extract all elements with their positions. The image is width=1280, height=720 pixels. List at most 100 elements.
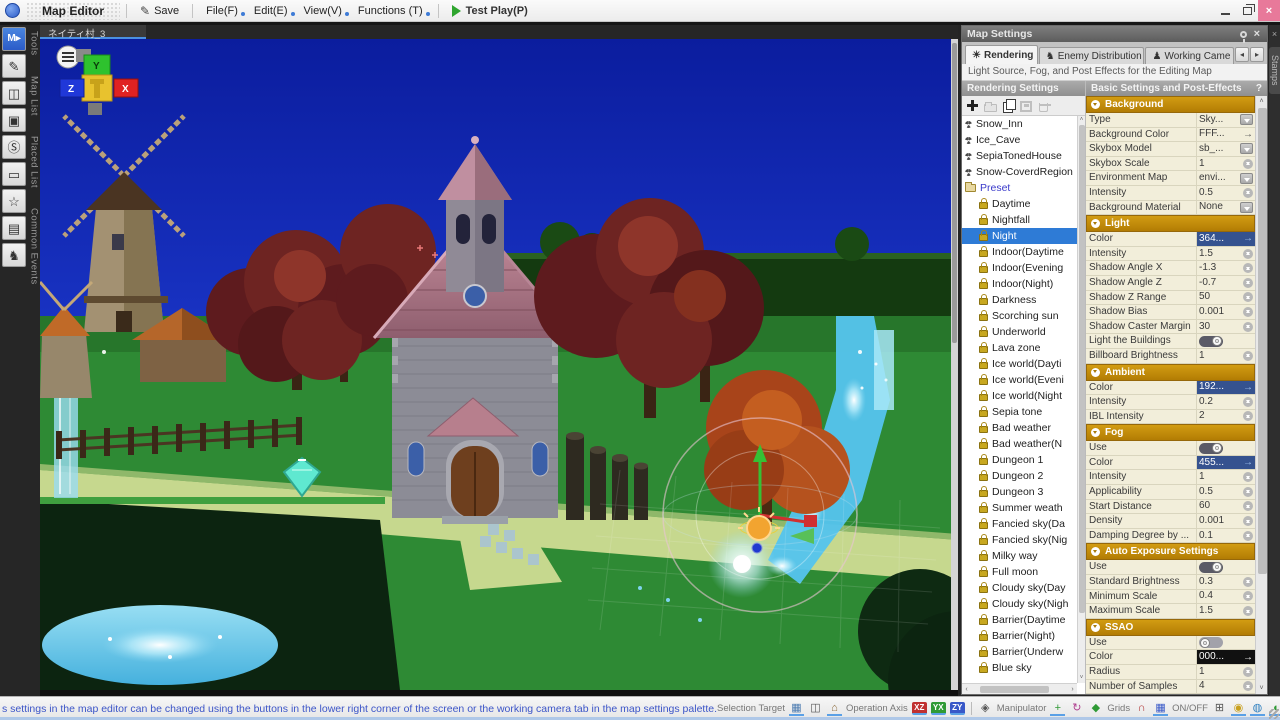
stepper-icon[interactable] xyxy=(1243,486,1253,497)
export-save-icon-button[interactable]: ▤ xyxy=(2,216,26,240)
property-row-color[interactable]: Color 192... → xyxy=(1086,380,1255,396)
property-value[interactable] xyxy=(1197,334,1255,348)
preset-item-fancied-sky-da[interactable]: Fancied sky(Da xyxy=(962,516,1077,532)
property-value[interactable]: 1.5 xyxy=(1197,247,1255,261)
layers-icon-button[interactable]: ◫ xyxy=(2,81,26,105)
stepper-icon[interactable] xyxy=(1243,411,1253,422)
section-header-background[interactable]: Background xyxy=(1086,96,1255,113)
property-row-maximum-scale[interactable]: Maximum Scale 1.5 xyxy=(1086,604,1255,619)
color-picker-arrow-icon[interactable]: → xyxy=(1243,382,1253,393)
preset-item-ice-world-eveni[interactable]: Ice world(Eveni xyxy=(962,372,1077,388)
list-vertical-scrollbar[interactable]: ˄ ˅ xyxy=(1077,116,1085,683)
stepper-icon[interactable] xyxy=(1243,472,1253,483)
preset-item-full-moon[interactable]: Full moon xyxy=(962,564,1077,580)
property-value[interactable] xyxy=(1197,636,1255,650)
toggle-switch[interactable] xyxy=(1199,637,1223,649)
property-value[interactable]: 4 xyxy=(1197,680,1255,694)
stepper-icon[interactable] xyxy=(1243,263,1253,274)
preset-item-scorching-sun[interactable]: Scorching sun xyxy=(962,308,1077,324)
stepper-icon[interactable] xyxy=(1243,501,1253,512)
property-value[interactable]: envi... xyxy=(1197,171,1255,185)
event-runner-icon-button[interactable]: ♞ xyxy=(2,243,26,267)
dropdown-icon[interactable] xyxy=(1240,143,1253,155)
preset-item-ice-world-night[interactable]: Ice world(Night xyxy=(962,388,1077,404)
property-row-use[interactable]: Use xyxy=(1086,560,1255,576)
stepper-icon[interactable] xyxy=(1243,591,1253,602)
property-row-color[interactable]: Color 455... → xyxy=(1086,455,1255,471)
property-row-shadow-angle-x[interactable]: Shadow Angle X -1.3 xyxy=(1086,261,1255,276)
menu-item-functions-t[interactable]: Functions (T) xyxy=(351,3,430,19)
copy-preset-icon[interactable] xyxy=(1002,99,1016,113)
property-row-radius[interactable]: Radius 1 xyxy=(1086,665,1255,680)
property-row-intensity[interactable]: Intensity 0.5 xyxy=(1086,185,1255,201)
property-row-shadow-z-range[interactable]: Shadow Z Range 50 xyxy=(1086,290,1255,306)
property-row-standard-brightness[interactable]: Standard Brightness 0.3 xyxy=(1086,575,1255,590)
property-row-color[interactable]: Color 000... → xyxy=(1086,650,1255,665)
manipulator-scale-icon[interactable]: ◆ xyxy=(1088,701,1103,716)
toggle-switch[interactable] xyxy=(1199,335,1223,347)
property-row-light-the-buildings[interactable]: Light the Buildings xyxy=(1086,334,1255,349)
list-horizontal-scrollbar[interactable]: ‹ › xyxy=(962,683,1077,694)
axis-sphere-icon[interactable]: ◈ xyxy=(978,701,993,716)
property-value[interactable]: 0.001 xyxy=(1197,514,1255,528)
resize-grip[interactable] xyxy=(1269,709,1279,719)
preset-item-lava-zone[interactable]: Lava zone xyxy=(962,340,1077,356)
stepper-icon[interactable] xyxy=(1243,306,1253,317)
color-picker-arrow-icon[interactable]: → xyxy=(1243,129,1253,140)
property-row-color[interactable]: Color 364... → xyxy=(1086,232,1255,247)
preset-item-ice-cave[interactable]: Ice_Cave xyxy=(962,132,1077,148)
preset-item-barrier-daytime[interactable]: Barrier(Daytime xyxy=(962,612,1077,628)
property-value[interactable]: Sky... xyxy=(1197,113,1255,127)
property-row-damping-degree-by[interactable]: Damping Degree by ... 0.1 xyxy=(1086,528,1255,544)
stepper-icon[interactable] xyxy=(1243,277,1253,288)
property-row-intensity[interactable]: Intensity 1 xyxy=(1086,470,1255,486)
property-row-background-material[interactable]: Background Material None xyxy=(1086,200,1255,216)
preset-item-night[interactable]: Night xyxy=(962,228,1077,244)
sky-display-icon[interactable]: ◍ xyxy=(1249,701,1265,716)
viewport-scrollbar[interactable] xyxy=(951,39,958,690)
property-row-shadow-caster-margin[interactable]: Shadow Caster Margin 30 xyxy=(1086,319,1255,335)
grid-vertical-scrollbar[interactable]: ˄ ˅ xyxy=(1255,96,1267,694)
stepper-icon[interactable] xyxy=(1243,681,1253,692)
pin-icon[interactable] xyxy=(1239,30,1247,43)
property-value[interactable]: 60 xyxy=(1197,500,1255,514)
property-row-skybox-model[interactable]: Skybox Model sb_... xyxy=(1086,142,1255,157)
property-row-shadow-angle-z[interactable]: Shadow Angle Z -0.7 xyxy=(1086,275,1255,291)
property-row-skybox-scale[interactable]: Skybox Scale 1 xyxy=(1086,156,1255,172)
section-header-ssao[interactable]: SSAO xyxy=(1086,618,1255,636)
property-row-type[interactable]: Type Sky... xyxy=(1086,113,1255,128)
preset-item-bad-weather[interactable]: Bad weather xyxy=(962,420,1077,436)
property-row-shadow-bias[interactable]: Shadow Bias 0.001 xyxy=(1086,305,1255,320)
viewport-map-tab[interactable]: ネイティ村_3 xyxy=(40,25,146,40)
preset-item-cloudy-sky-nigh[interactable]: Cloudy sky(Nigh xyxy=(962,596,1077,612)
property-value[interactable]: -1.3 xyxy=(1197,261,1255,275)
camera-icon-button[interactable]: ☆ xyxy=(2,189,26,213)
stamps-dock-tab[interactable]: Stamps xyxy=(1269,47,1280,94)
preset-item-cloudy-sky-day[interactable]: Cloudy sky(Day xyxy=(962,580,1077,596)
property-value[interactable]: 000... → xyxy=(1197,650,1255,664)
stepper-icon[interactable] xyxy=(1243,248,1253,259)
property-row-start-distance[interactable]: Start Distance 60 xyxy=(1086,499,1255,515)
delete-preset-icon[interactable] xyxy=(1039,102,1051,112)
preset-item-summer-weath[interactable]: Summer weath xyxy=(962,500,1077,516)
map-viewport[interactable]: ネイティ村_3 Y Z X xyxy=(40,25,958,696)
section-header-ambient[interactable]: Ambient xyxy=(1086,363,1255,381)
panel-close-icon[interactable]: × xyxy=(1252,28,1262,40)
preset-item-ice-world-dayti[interactable]: Ice world(Dayti xyxy=(962,356,1077,372)
selection-object-icon[interactable]: ◫ xyxy=(808,701,823,716)
menu-item-edit-e[interactable]: Edit(E) xyxy=(247,3,295,19)
property-value[interactable]: 1 xyxy=(1197,349,1255,363)
property-value[interactable]: 0.3 xyxy=(1197,575,1255,589)
property-value[interactable]: 50 xyxy=(1197,291,1255,305)
property-value[interactable]: FFF... → xyxy=(1197,128,1255,142)
selection-building-icon[interactable]: ⌂ xyxy=(826,701,842,716)
app-logo-icon-button[interactable]: M▸ xyxy=(2,27,26,51)
property-row-intensity[interactable]: Intensity 1.5 xyxy=(1086,246,1255,262)
section-header-light[interactable]: Light xyxy=(1086,215,1255,233)
property-value[interactable]: 0.5 xyxy=(1197,485,1255,499)
dock-close-icon[interactable]: × xyxy=(1269,25,1280,39)
preset-item-dungeon-2[interactable]: Dungeon 2 xyxy=(962,468,1077,484)
property-row-use[interactable]: Use xyxy=(1086,441,1255,456)
stepper-icon[interactable] xyxy=(1243,292,1253,303)
dropdown-icon[interactable] xyxy=(1240,201,1253,213)
